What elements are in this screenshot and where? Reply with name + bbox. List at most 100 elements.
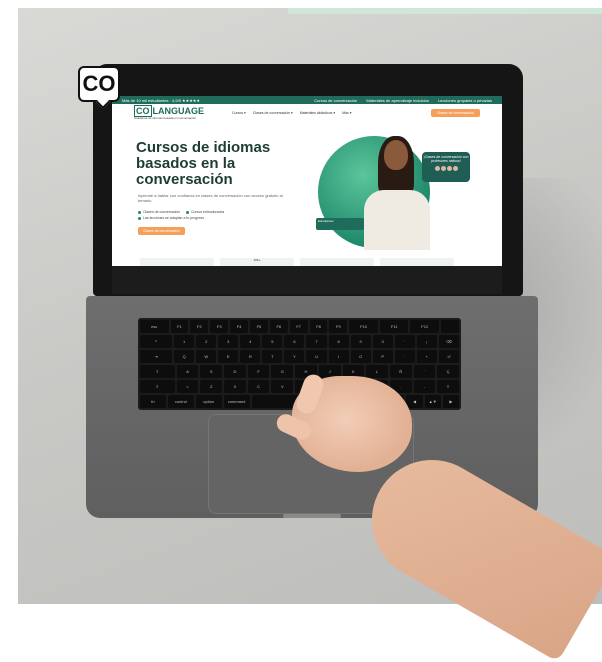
keyboard-key[interactable]: command (223, 395, 250, 408)
keyboard-key[interactable]: Ñ (389, 365, 412, 378)
keyboard-key[interactable]: ⇪ (140, 365, 175, 378)
keyboard-key[interactable]: F12 (410, 320, 440, 333)
keyboard-key[interactable]: F10 (349, 320, 378, 333)
nav-item[interactable]: Cursos ▾ (232, 111, 246, 115)
nav-cta-button[interactable]: Clases de conversación (430, 109, 480, 117)
topbar-link[interactable]: Lecciones grupales o privadas (438, 98, 492, 103)
keyboard-row: º 1 2 3 4 5 6 7 8 9 0 ' ¡ ⌫ (140, 335, 459, 348)
avatar (440, 166, 446, 171)
keyboard-key[interactable]: 5 (262, 335, 283, 348)
keyboard-key[interactable]: ▶ (442, 395, 459, 408)
keyboard-key[interactable]: P (372, 350, 393, 363)
hero-feature: Clases de conversación (138, 210, 180, 214)
keyboard-key[interactable]: 8 (328, 335, 349, 348)
keyboard-key[interactable]: G (271, 365, 294, 378)
keyboard-key[interactable]: F3 (210, 320, 229, 333)
keyboard-key[interactable]: Ç (437, 365, 459, 378)
keyboard-key[interactable]: F4 (230, 320, 249, 333)
keyboard-key[interactable]: ◀ (406, 395, 423, 408)
keyboard-key[interactable]: ⇧ (140, 380, 175, 393)
screen-bottom-bezel (112, 266, 502, 294)
nav-item[interactable]: Más ▾ (342, 111, 351, 115)
hero-title: Cursos de idiomas basados en la conversa… (136, 139, 271, 188)
keyboard-key[interactable]: O (350, 350, 371, 363)
callout-text: ¡Clases de conversación con profesores n… (423, 155, 469, 163)
keyboard-key[interactable]: L (366, 365, 388, 378)
keyboard-key[interactable]: R (240, 350, 261, 363)
keyboard-key[interactable]: ⌫ (438, 335, 459, 348)
keyboard-key[interactable] (441, 320, 459, 333)
keyboard-key[interactable]: V (271, 380, 294, 393)
hero-cta-button[interactable]: Clases de conversación (138, 227, 186, 235)
laptop-screen: Más de 10 mil estudiantes · 4,9/5 ★★★★★ … (112, 96, 502, 266)
student-face (384, 140, 408, 170)
keyboard-key[interactable]: ⇧ (437, 380, 459, 393)
keyboard-key[interactable]: X (224, 380, 246, 393)
keyboard-key[interactable]: < (176, 380, 199, 393)
keyboard-key[interactable]: fn (140, 395, 166, 408)
keyboard-key[interactable]: 7 (306, 335, 327, 348)
topbar-link[interactable]: Cursos de conversación (314, 98, 357, 103)
keyboard-key[interactable]: S (200, 365, 223, 378)
keyboard-key[interactable]: U (306, 350, 327, 363)
keyboard-key[interactable]: Y (284, 350, 305, 363)
topbar-link[interactable]: Materiales de aprendizaje incluidos (366, 98, 428, 103)
keyboard-key[interactable]: F7 (289, 320, 308, 333)
keyboard-key[interactable]: T (262, 350, 283, 363)
site-logo[interactable]: CO LANGUAGE Academia de idiomas basada en… (134, 105, 205, 120)
keyboard-key[interactable]: C (247, 380, 270, 393)
keyboard-key[interactable]: I (328, 350, 349, 363)
keyboard-key[interactable]: º (140, 335, 173, 348)
student-body (364, 190, 430, 250)
check-icon (138, 210, 141, 214)
keyboard-key[interactable]: W (196, 350, 217, 363)
keyboard-key[interactable]: F5 (250, 320, 268, 333)
keyboard-key[interactable]: F9 (329, 320, 348, 333)
logo-text: LANGUAGE (152, 106, 205, 116)
keyboard-key[interactable]: Z (200, 380, 223, 393)
keyboard-key[interactable]: 1 (174, 335, 195, 348)
keyboard-key[interactable]: D (224, 365, 246, 378)
keyboard-key[interactable]: F (247, 365, 270, 378)
keyboard-key[interactable]: 6 (284, 335, 305, 348)
keyboard-key[interactable]: 9 (350, 335, 371, 348)
keyboard-key[interactable]: F6 (269, 320, 288, 333)
teacher-avatars (422, 166, 470, 171)
keyboard-key[interactable]: 0 (372, 335, 393, 348)
green-strip (288, 8, 602, 14)
keyboard-key[interactable]: F8 (309, 320, 328, 333)
nav-item[interactable]: Clases de conversación ▾ (253, 111, 293, 115)
keyboard-key[interactable]: F2 (190, 320, 209, 333)
keyboard-row: esc F1 F2 F3 F4 F5 F6 F7 F8 F9 F10 F11 F12 (140, 320, 459, 333)
keyboard-key[interactable]: ´ (413, 365, 436, 378)
keyboard-key[interactable]: 4 (240, 335, 261, 348)
keyboard-key[interactable]: ⇥ (140, 350, 173, 363)
hero-description: Aprende a hablar con confianza en clases… (138, 193, 283, 203)
keyboard-key[interactable]: ▲▼ (424, 395, 441, 408)
keyboard-key[interactable]: Q (174, 350, 195, 363)
keyboard-key[interactable]: ` (394, 350, 415, 363)
keyboard-key[interactable]: ⏎ (438, 350, 459, 363)
keyboard-key[interactable]: F11 (379, 320, 409, 333)
keyboard-row: ⇪ A S D F G H J K L Ñ ´ Ç (140, 365, 459, 378)
keyboard-key[interactable]: option (195, 395, 222, 408)
keyboard-key[interactable]: 3 (218, 335, 239, 348)
nav-menu: Cursos ▾ Clases de conversación ▾ Materi… (232, 111, 351, 115)
keyboard-key[interactable]: esc (140, 320, 169, 333)
hero-feature: Las lecciones se adaptan a tu progreso (138, 216, 204, 220)
keyboard-key[interactable]: 2 (196, 335, 217, 348)
keyboard-key[interactable]: F1 (170, 320, 189, 333)
keyboard-key[interactable]: control (167, 395, 194, 408)
co-logo-badge: CO (78, 66, 120, 102)
check-icon (138, 216, 141, 220)
keyboard-key[interactable]: + (416, 350, 437, 363)
keyboard-key[interactable]: - (413, 380, 436, 393)
keyboard-key[interactable]: E (218, 350, 239, 363)
stat-card: 10K+ (220, 258, 294, 266)
keyboard-key[interactable]: ' (394, 335, 415, 348)
stat-card (140, 258, 214, 266)
topbar-rating: Más de 10 mil estudiantes · 4,9/5 ★★★★★ (122, 97, 200, 103)
nav-item[interactable]: Materiales didácticos ▾ (300, 111, 335, 115)
keyboard-key[interactable]: A (176, 365, 199, 378)
keyboard-key[interactable]: ¡ (416, 335, 437, 348)
